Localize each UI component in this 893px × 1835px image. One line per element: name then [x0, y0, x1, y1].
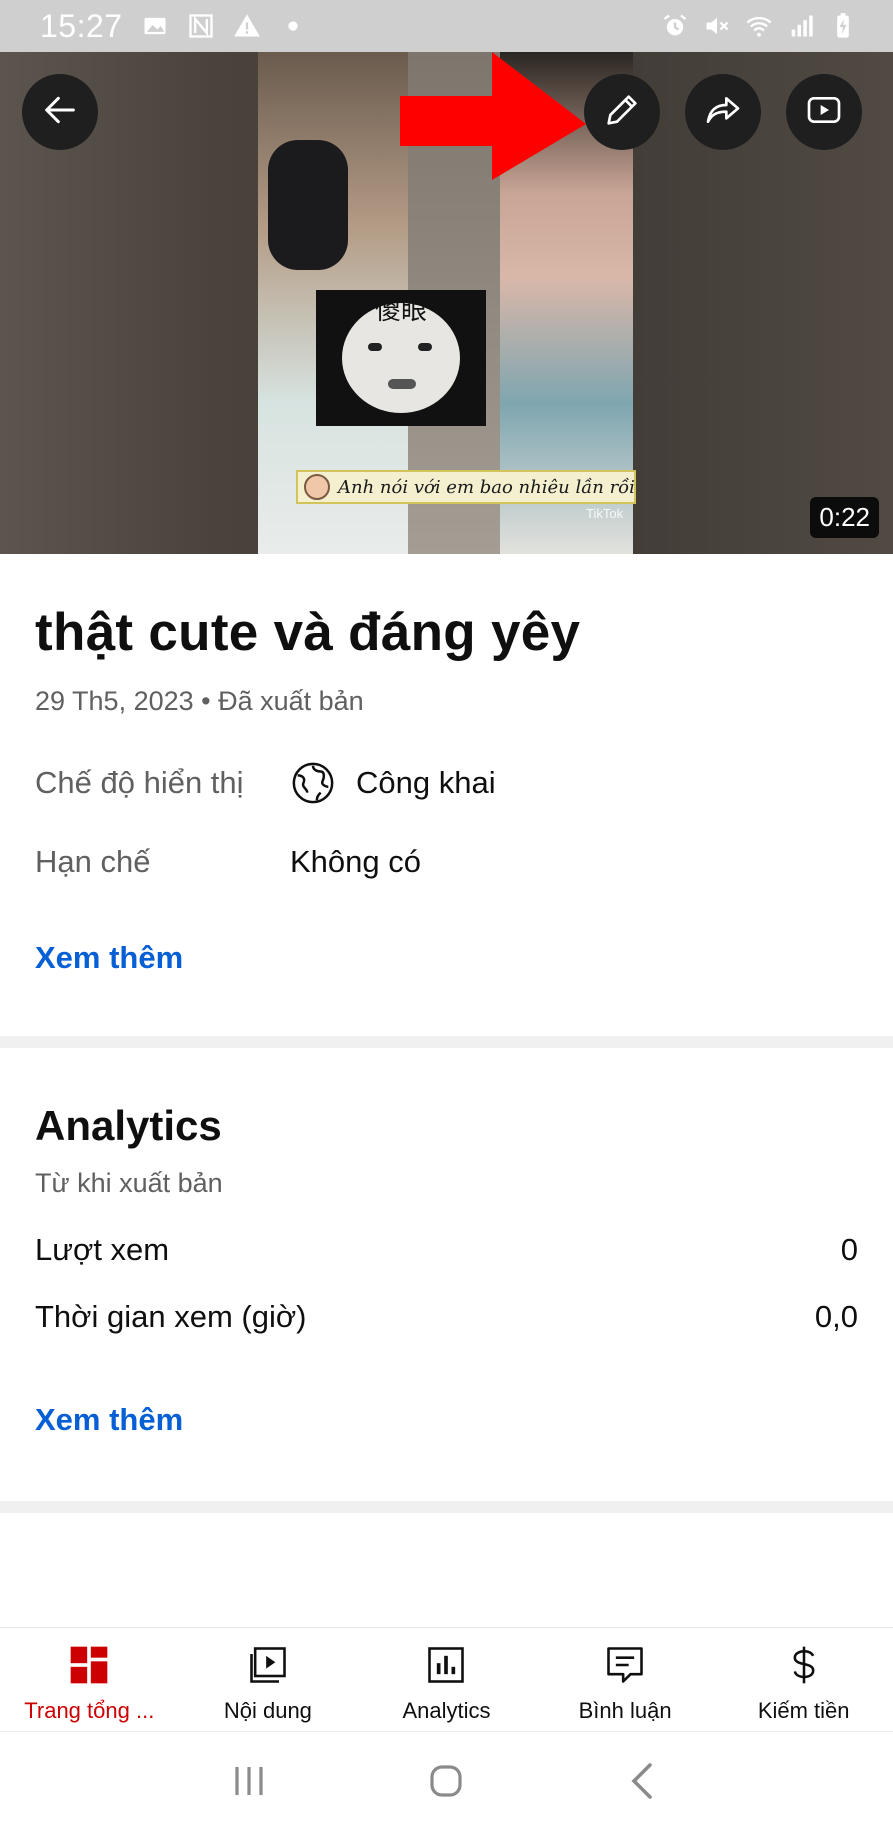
- watch-time-value: 0,0: [814, 1299, 858, 1334]
- alarm-icon: [661, 12, 689, 40]
- analytics-section: Analytics Từ khi xuất bản Lượt xem 0 Thờ…: [0, 1048, 893, 1501]
- restriction-row: Hạn chế Không có: [35, 844, 421, 880]
- restriction-value: Không có: [290, 844, 421, 879]
- video-caption: Anh nói với em bao nhiêu lần rồi h?: [296, 470, 636, 504]
- video-details: thật cute và đáng yêy 29 Th5, 2023 • Đã …: [0, 554, 893, 1036]
- views-row: Lượt xem 0: [35, 1232, 858, 1268]
- signal-icon: [787, 12, 815, 40]
- video-meta: 29 Th5, 2023 • Đã xuất bản: [35, 686, 364, 716]
- visibility-row: Chế độ hiển thị Công khai: [35, 760, 496, 806]
- nav-earn[interactable]: Kiếm tiền: [714, 1628, 893, 1731]
- edit-button[interactable]: [584, 74, 660, 150]
- edit-pencil-icon: [602, 90, 642, 135]
- dashboard-icon: [66, 1642, 112, 1688]
- nav-content[interactable]: Nội dung: [179, 1628, 358, 1731]
- system-back-button[interactable]: [614, 1754, 674, 1814]
- dollar-icon: [781, 1642, 827, 1688]
- video-title: thật cute và đáng yêy: [35, 603, 581, 662]
- nav-analytics-label: Analytics: [402, 1698, 491, 1723]
- watch-time-label: Thời gian xem (giờ): [35, 1299, 307, 1334]
- battery-charging-icon: [829, 12, 857, 40]
- image-icon: [141, 12, 169, 40]
- red-arrow-annotation: [400, 52, 586, 180]
- youtube-play-icon: [804, 90, 844, 135]
- visibility-label: Chế độ hiển thị: [35, 765, 244, 800]
- recent-apps-button[interactable]: [219, 1754, 279, 1814]
- nav-dashboard-label: Trang tổng ...: [24, 1698, 155, 1723]
- video-mask: [268, 140, 348, 270]
- nav-dashboard[interactable]: Trang tổng ...: [0, 1628, 179, 1731]
- home-icon: [422, 1757, 470, 1810]
- bottom-navigation: Trang tổng ... Nội dung Analytics Bình l…: [0, 1627, 893, 1731]
- back-button[interactable]: [22, 74, 98, 150]
- section-divider: [0, 1036, 893, 1048]
- system-navigation-bar: [0, 1731, 893, 1835]
- home-button[interactable]: [416, 1754, 476, 1814]
- mute-icon: [703, 12, 731, 40]
- analytics-see-more-link[interactable]: Xem thêm: [35, 1402, 183, 1438]
- video-sticker: 傻眼: [316, 290, 486, 426]
- analytics-title: Analytics: [35, 1102, 222, 1149]
- nav-earn-label: Kiếm tiền: [757, 1698, 850, 1723]
- comments-icon: [602, 1642, 648, 1688]
- nav-analytics[interactable]: Analytics: [357, 1628, 536, 1731]
- nav-comments[interactable]: Bình luận: [536, 1628, 715, 1731]
- analytics-icon: [423, 1642, 469, 1688]
- dot-icon: [279, 12, 307, 40]
- views-label: Lượt xem: [35, 1232, 170, 1267]
- wifi-icon: [745, 12, 773, 40]
- watch-time-row: Thời gian xem (giờ) 0,0: [35, 1299, 858, 1335]
- visibility-value: Công khai: [356, 765, 496, 800]
- nav-content-label: Nội dung: [223, 1698, 312, 1723]
- warning-icon: [233, 12, 261, 40]
- content-icon: [245, 1642, 291, 1688]
- open-in-youtube-button[interactable]: [786, 74, 862, 150]
- sticker-text: 傻眼: [374, 296, 427, 326]
- nav-comments-label: Bình luận: [578, 1698, 672, 1723]
- section-divider: [0, 1501, 893, 1513]
- caption-text: Anh nói với em bao nhiêu lần rồi h?: [338, 476, 636, 498]
- recent-apps-icon: [225, 1757, 273, 1810]
- share-button[interactable]: [685, 74, 761, 150]
- caption-emoji-icon: [304, 474, 330, 500]
- share-icon: [703, 90, 743, 135]
- n-icon: [187, 12, 215, 40]
- details-see-more-link[interactable]: Xem thêm: [35, 940, 183, 976]
- status-time: 15:27: [40, 7, 123, 44]
- video-duration: 0:22: [810, 497, 879, 538]
- status-bar: 15:27: [0, 0, 893, 52]
- restriction-label: Hạn chế: [35, 844, 151, 879]
- analytics-subtitle: Từ khi xuất bản: [35, 1168, 223, 1198]
- tiktok-watermark: TikTok: [586, 506, 624, 521]
- views-value: 0: [840, 1232, 858, 1267]
- back-icon: [40, 90, 80, 135]
- globe-icon: [290, 760, 336, 806]
- system-back-icon: [620, 1757, 668, 1810]
